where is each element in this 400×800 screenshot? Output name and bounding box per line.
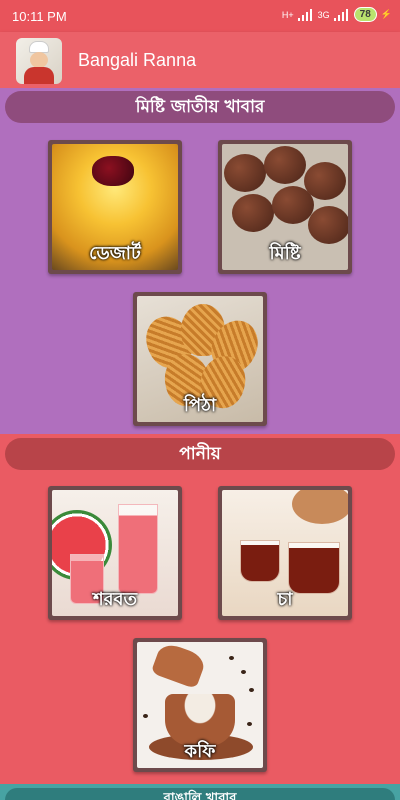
category-tile-cha[interactable]: চা [218,486,352,620]
app-logo-icon [16,38,62,84]
network-type-2: 3G [317,9,330,20]
tile-label-cha: চা [277,589,293,610]
app-bar: Bangali Ranna [0,32,400,88]
signal-icon-2 [333,8,350,21]
section-header-bengali-food: বাঙালি খাবার [5,788,395,800]
network-type-1: H+ [281,9,294,20]
category-tile-mishti[interactable]: মিষ্টি [218,140,352,274]
section-drinks: পানীয় শরবত চা কফি [0,434,400,784]
tile-label-sharbat: শরবত [92,589,138,610]
status-time: 10:11 PM [12,9,67,24]
category-tile-coffee[interactable]: কফি [133,638,267,772]
tile-label-dessert: ডেজার্ট [89,243,141,264]
category-tile-sharbat[interactable]: শরবত [48,486,182,620]
category-tile-dessert[interactable]: ডেজার্ট [48,140,182,274]
signal-icon [297,8,314,21]
tile-label-mishti: মিষ্টি [269,243,301,264]
status-icons: H+ 3G 78 ⚡ [282,7,392,22]
charging-icon: ⚡ [380,9,392,19]
app-title: Bangali Ranna [78,50,197,70]
section-sweets: মিষ্টি জাতীয় খাবার ডেজার্ট মিষ্টি পিঠা [0,88,400,434]
battery-icon: 78 [353,7,377,22]
section-header-drinks: পানীয় [5,438,395,470]
tile-label-coffee: কফি [184,741,216,762]
category-tile-pitha[interactable]: পিঠা [133,292,267,426]
tile-label-pitha: পিঠা [183,395,217,416]
section-header-sweets: মিষ্টি জাতীয় খাবার [5,91,395,123]
section-bengali-food: বাঙালি খাবার [0,784,400,800]
status-bar: 10:11 PM H+ 3G 78 ⚡ [0,0,400,32]
